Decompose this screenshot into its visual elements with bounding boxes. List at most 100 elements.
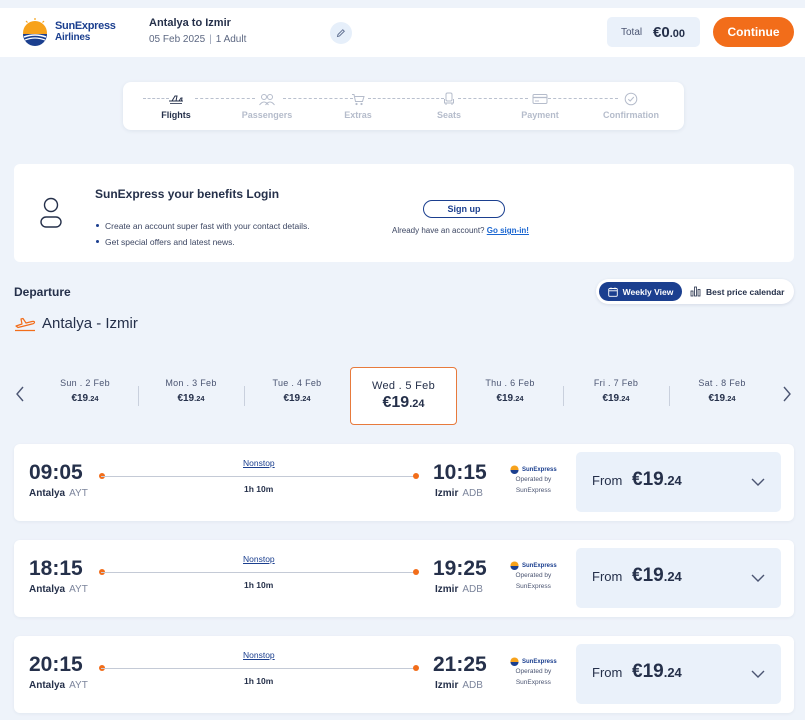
arrival-time: 21:25 — [433, 653, 487, 676]
trip-route: Antalya to Izmir — [149, 17, 231, 29]
step-payment[interactable]: Payment — [500, 91, 580, 120]
date-option-tue[interactable]: Tue . 4 Feb €19.24 — [247, 378, 347, 404]
date-separator — [669, 386, 670, 406]
price-button[interactable]: From €19.24 — [576, 452, 781, 512]
step-label: Confirmation — [603, 110, 659, 120]
date-option-thu[interactable]: Thu . 6 Feb €19.24 — [460, 378, 560, 404]
trip-date: 05 Feb 2025 — [149, 34, 206, 45]
nonstop-link[interactable]: Nonstop — [243, 554, 275, 564]
logo-text: SunExpress Airlines — [55, 20, 116, 44]
arrival-city: Izmir — [435, 488, 459, 499]
departure-place: Antalya AYT — [29, 584, 88, 595]
flight-card[interactable]: 09:05 Antalya AYT Nonstop 1h 10m 10:15 Iz… — [14, 444, 794, 521]
step-confirmation[interactable]: Confirmation — [591, 91, 671, 120]
date-price-decimals: .24 — [300, 394, 311, 403]
date-price-decimals: .24 — [409, 398, 425, 410]
date-label: Thu . 6 Feb — [485, 378, 535, 388]
logo-line-1: SunExpress — [55, 20, 116, 32]
nonstop-link[interactable]: Nonstop — [243, 650, 275, 660]
date-option-fri[interactable]: Fri . 7 Feb €19.24 — [566, 378, 666, 404]
plane-icon — [169, 95, 183, 104]
date-option-sun[interactable]: Sun . 2 Feb €19.24 — [35, 378, 135, 404]
departure-heading: Departure — [14, 285, 71, 299]
operated-by-line2: SunExpress — [515, 679, 551, 686]
best-price-label: Best price calendar — [706, 286, 785, 297]
date-option-mon[interactable]: Mon . 3 Feb €19.24 — [141, 378, 241, 404]
date-price-decimals: .24 — [513, 394, 524, 403]
sign-up-button[interactable]: Sign up — [423, 200, 505, 218]
departure-route: Antalya - Izmir — [14, 315, 138, 332]
nonstop-link[interactable]: Nonstop — [243, 458, 275, 468]
pencil-icon — [336, 29, 345, 38]
step-seats-icon-wrap — [409, 91, 489, 107]
price-button[interactable]: From €19.24 — [576, 644, 781, 704]
date-price-main: €19 — [71, 393, 89, 404]
chevron-left-icon[interactable] — [15, 385, 25, 403]
arrival-city: Izmir — [435, 680, 459, 691]
date-option-wed-selected[interactable]: Wed . 5 Feb €19.24 — [350, 367, 457, 425]
flight-card[interactable]: 20:15 Antalya AYT Nonstop 1h 10m 21:25 Iz… — [14, 636, 794, 713]
sign-in-link[interactable]: Go sign-in! — [487, 226, 529, 235]
step-confirmation-icon-wrap — [591, 91, 671, 107]
operator-brand: SunExpress — [510, 465, 557, 474]
date-price-main: €19 — [283, 393, 301, 404]
flight-price-main: €19 — [632, 565, 664, 586]
best-price-calendar-button[interactable]: Best price calendar — [690, 282, 784, 301]
date-label: Mon . 3 Feb — [165, 378, 217, 388]
sunexpress-mini-logo-icon — [510, 465, 519, 474]
trip-passengers: 1 Adult — [215, 34, 247, 45]
operated-by-line2: SunExpress — [515, 487, 551, 494]
flight-card[interactable]: 18:15 Antalya AYT Nonstop 1h 10m 19:25 Iz… — [14, 540, 794, 617]
flight-price-main: €19 — [632, 661, 664, 682]
step-label: Seats — [436, 110, 462, 120]
date-separator — [138, 386, 139, 406]
total-label: Total — [621, 27, 643, 38]
flight-duration: 1h 10m — [244, 484, 274, 494]
weekly-view-button[interactable]: Weekly View — [599, 282, 682, 301]
flight-price-decimals: .24 — [663, 569, 682, 584]
operator-info: SunExpress Operated by SunExpress — [510, 561, 557, 592]
total-amount-main: €0 — [653, 24, 670, 41]
operator-brand: SunExpress — [510, 561, 557, 570]
sign-in-prompt: Already have an account? Go sign-in! — [392, 226, 529, 235]
step-extras-icon-wrap — [318, 91, 398, 107]
step-payment-icon-wrap — [500, 91, 580, 107]
date-price-main: €19 — [708, 393, 726, 404]
date-price-main: €19 — [177, 393, 195, 404]
operator-brand-text: SunExpress — [522, 466, 557, 473]
arrival-place: Izmir ADB — [435, 680, 483, 691]
departure-time: 18:15 — [29, 557, 83, 580]
date-price: €19.24 — [247, 393, 347, 404]
departure-code: AYT — [69, 680, 88, 691]
chevron-right-icon[interactable] — [782, 385, 792, 403]
step-flights[interactable]: Flights — [136, 91, 216, 120]
benefits-list: Create an account super fast with your c… — [95, 218, 310, 250]
step-passengers[interactable]: Passengers — [227, 91, 307, 120]
total-amount-decimals: .00 — [669, 28, 685, 40]
flight-price-decimals: .24 — [663, 665, 682, 680]
operator-info: SunExpress Operated by SunExpress — [510, 657, 557, 688]
chevron-down-icon — [751, 574, 765, 582]
price-button[interactable]: From €19.24 — [576, 548, 781, 608]
step-label: Flights — [161, 110, 191, 120]
continue-button[interactable]: Continue — [713, 17, 794, 47]
date-option-sat[interactable]: Sat . 8 Feb €19.24 — [672, 378, 772, 404]
bar-chart-icon — [690, 286, 701, 297]
from-label: From — [592, 473, 623, 488]
step-seats[interactable]: Seats — [409, 91, 489, 120]
date-label: Wed . 5 Feb — [371, 380, 436, 392]
seat-icon — [444, 92, 454, 105]
departure-city: Antalya — [29, 584, 66, 595]
operated-by-line1: Operated by — [515, 476, 552, 483]
person-icon — [40, 197, 62, 228]
cart-icon — [352, 93, 365, 105]
flight-duration: 1h 10m — [244, 580, 274, 590]
route-dot — [413, 473, 419, 479]
arrival-place: Izmir ADB — [435, 584, 483, 595]
logo-line-2: Airlines — [55, 32, 91, 43]
step-label: Extras — [344, 110, 372, 120]
date-price: €19.24 — [351, 394, 456, 412]
arrival-code: ADB — [462, 680, 483, 691]
edit-search-button[interactable] — [330, 22, 352, 44]
step-extras[interactable]: Extras — [318, 91, 398, 120]
